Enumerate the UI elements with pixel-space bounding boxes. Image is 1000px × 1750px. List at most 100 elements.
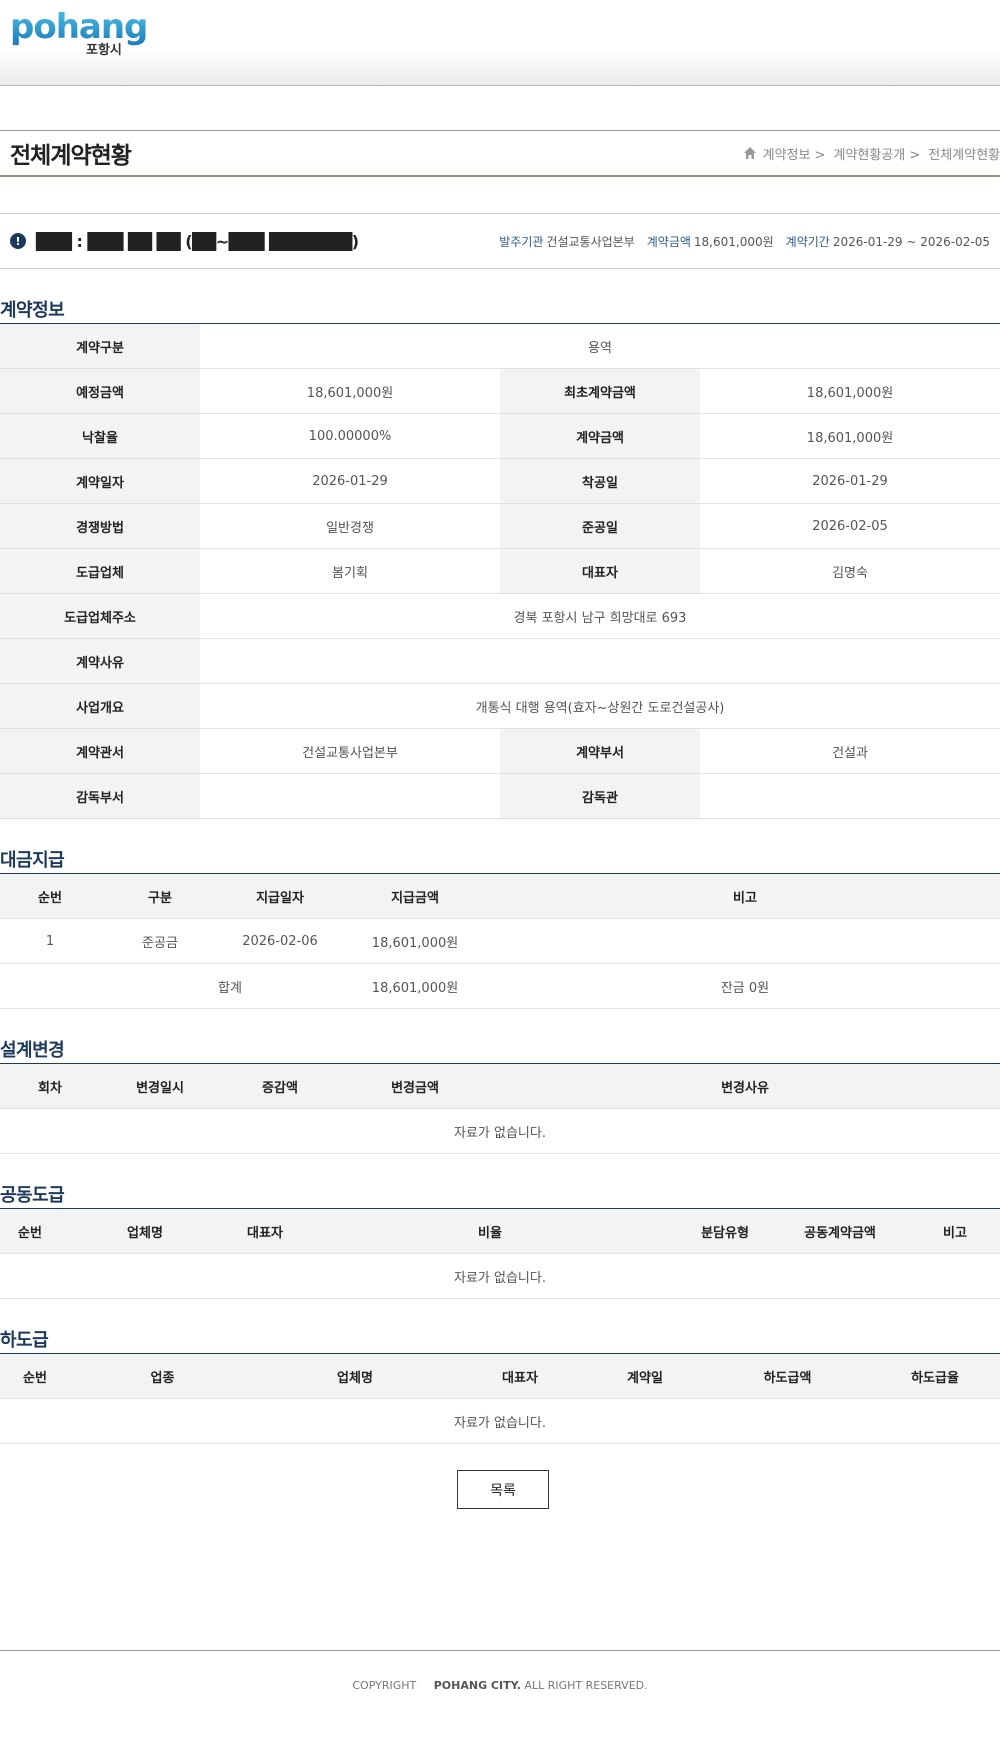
pohang-logo[interactable]: pohang 포항시 (10, 8, 152, 58)
table-row: 경쟁방법 일반경쟁 준공일 2026-02-05 (0, 503, 1000, 549)
column-header: 지급일자 (220, 873, 340, 919)
column-header: 업체명 (255, 1353, 455, 1399)
cell-value: 2026-02-06 (220, 918, 340, 964)
payment-table: 순번 구분 지급일자 지급금액 비고 1 준공금 2026-02-06 18,6… (0, 873, 1000, 1009)
breadcrumb-item-contract-disclosure[interactable]: 계약현황공개 > (833, 144, 920, 163)
site-header: pohang 포항시 (0, 0, 1000, 86)
copyright-owner: POHANG CITY. (433, 1679, 521, 1692)
cell-label: 계약구분 (0, 323, 200, 369)
cell-label: 계약부서 (500, 728, 700, 774)
cell-value: 2026-01-29 (200, 458, 500, 504)
cell-value: 준공금 (100, 918, 220, 964)
cell-value: 2026-01-29 (700, 458, 1000, 504)
home-icon[interactable] (743, 146, 757, 160)
logo-subtext: 포항시 (86, 42, 122, 58)
column-header: 순번 (0, 1353, 70, 1399)
table-header-row: 회차 변경일시 증감액 변경금액 변경사유 (0, 1063, 1000, 1109)
cell-label: 경쟁방법 (0, 503, 200, 549)
site-footer: COPYRIGHT POHANG CITY. ALL RIGHT RESERVE… (0, 1650, 1000, 1750)
table-header-row: 순번 구분 지급일자 지급금액 비고 (0, 873, 1000, 919)
list-button[interactable]: 목록 (457, 1470, 549, 1509)
subcontract-table: 순번 업종 업체명 대표자 계약일 하도급액 하도급율 자료가 없습니다. (0, 1353, 1000, 1444)
column-header: 변경금액 (340, 1063, 490, 1109)
column-header: 비율 (300, 1208, 680, 1254)
cell-value: 건설과 (700, 728, 1000, 774)
contract-summary: ! ███ : ███ ██ ██ (██~███ ███████) 발주기관 건… (0, 213, 1000, 269)
cell-label: 최초계약금액 (500, 368, 700, 414)
total-label: 합계 (0, 963, 340, 1009)
column-header: 분담유형 (680, 1208, 770, 1254)
balance-amount: 잔금 0원 (490, 963, 1000, 1009)
cell-label: 감독부서 (0, 773, 200, 819)
column-header: 순번 (0, 873, 100, 919)
column-header: 업종 (70, 1353, 255, 1399)
table-total-row: 합계 18,601,000원 잔금 0원 (0, 963, 1000, 1009)
column-header: 대표자 (455, 1353, 585, 1399)
cell-label: 대표자 (500, 548, 700, 594)
amount-label: 계약금액 (646, 234, 691, 249)
cell-label: 계약관서 (0, 728, 200, 774)
column-header: 업체명 (60, 1208, 230, 1254)
table-header-row: 순번 업체명 대표자 비율 분담유형 공동계약금액 비고 (0, 1208, 1000, 1254)
cell-label: 사업개요 (0, 683, 200, 729)
cell-value: 18,601,000원 (200, 368, 500, 414)
cell-label: 착공일 (500, 458, 700, 504)
cell-label: 준공일 (500, 503, 700, 549)
cell-label: 도급업체주소 (0, 593, 200, 639)
section-title-design-change: 설계변경 (0, 1040, 65, 1061)
table-row: 계약일자 2026-01-29 착공일 2026-01-29 (0, 458, 1000, 504)
column-header: 하도급액 (705, 1353, 870, 1399)
design-change-table: 회차 변경일시 증감액 변경금액 변경사유 자료가 없습니다. (0, 1063, 1000, 1154)
table-row: 도급업체 봄기획 대표자 김명숙 (0, 548, 1000, 594)
column-header: 회차 (0, 1063, 100, 1109)
column-header: 순번 (0, 1208, 60, 1254)
copyright-rights: ALL RIGHT RESERVED. (520, 1679, 648, 1692)
breadcrumb-item-contract-info[interactable]: 계약정보 > (763, 144, 826, 163)
page-title: 전체계약현황 (10, 143, 132, 169)
copyright-label: COPYRIGHT (352, 1679, 417, 1692)
column-header: 구분 (100, 873, 220, 919)
logo-text: pohang (10, 8, 147, 47)
agency-value: 건설교통사업본부 (546, 234, 635, 249)
table-row: 감독부서 감독관 (0, 773, 1000, 819)
total-amount: 18,601,000원 (340, 963, 490, 1009)
empty-message: 자료가 없습니다. (0, 1253, 1000, 1299)
cell-value: 18,601,000원 (700, 413, 1000, 459)
contract-info-table: 계약구분 용역 예정금액 18,601,000원 최초계약금액 18,601,0… (0, 323, 1000, 819)
cell-value: 건설교통사업본부 (200, 728, 500, 774)
cell-label: 낙찰율 (0, 413, 200, 459)
column-header: 비고 (490, 873, 1000, 919)
column-header: 지급금액 (340, 873, 490, 919)
cell-value: 경북 포항시 남구 희망대로 693 (200, 593, 1000, 639)
agency-label: 발주기관 (499, 234, 544, 249)
cell-value (490, 918, 1000, 964)
contract-name: ███ : ███ ██ ██ (██~███ ███████) (36, 231, 359, 251)
cell-label: 계약사유 (0, 638, 200, 684)
column-header: 비고 (910, 1208, 1000, 1254)
column-header: 대표자 (230, 1208, 300, 1254)
title-bar: 전체계약현황 계약정보 > 계약현황공개 > 전체계약현황 (0, 130, 1000, 177)
cell-value: 18,601,000원 (700, 368, 1000, 414)
cell-value: 김명숙 (700, 548, 1000, 594)
column-header: 변경일시 (100, 1063, 220, 1109)
cell-value: 봄기획 (200, 548, 500, 594)
period-value: 2026-01-29 ~ 2026-02-05 (832, 234, 990, 249)
table-row: 계약사유 (0, 638, 1000, 684)
table-row: 사업개요 개통식 대행 용역(효자~상원간 도로건설공사) (0, 683, 1000, 729)
cell-value (700, 773, 1000, 819)
cell-value (200, 773, 500, 819)
cell-value: 2026-02-05 (700, 503, 1000, 549)
cell-value: 1 (0, 918, 100, 964)
table-row: 자료가 없습니다. (0, 1108, 1000, 1154)
section-title-joint: 공동도급 (0, 1185, 65, 1206)
exclamation-icon: ! (10, 233, 26, 249)
table-row: 예정금액 18,601,000원 최초계약금액 18,601,000원 (0, 368, 1000, 414)
cell-label: 감독관 (500, 773, 700, 819)
cell-label: 예정금액 (0, 368, 200, 414)
table-row: 계약구분 용역 (0, 323, 1000, 369)
table-row: 낙찰율 100.00000% 계약금액 18,601,000원 (0, 413, 1000, 459)
column-header: 하도급율 (870, 1353, 1000, 1399)
column-header: 공동계약금액 (770, 1208, 910, 1254)
amount-value: 18,601,000원 (693, 234, 774, 249)
breadcrumb-item-all-contracts[interactable]: 전체계약현황 (928, 144, 1000, 163)
